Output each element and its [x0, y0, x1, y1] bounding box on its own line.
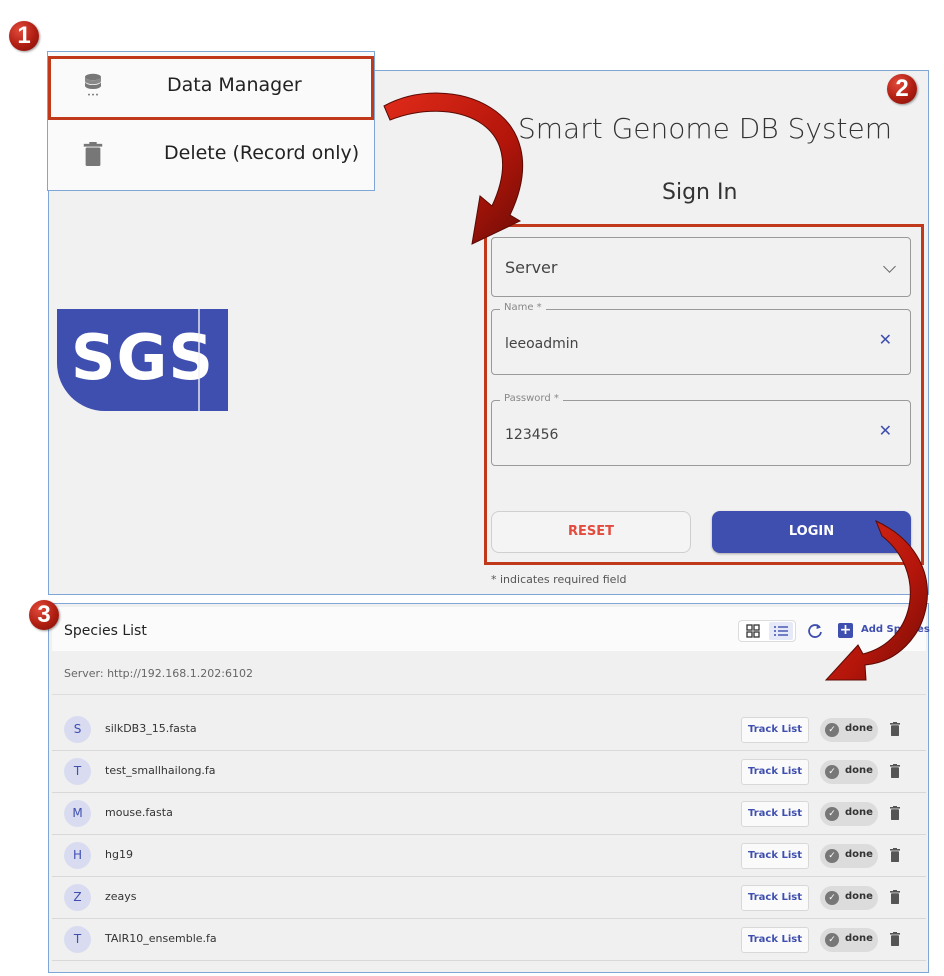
- arrow-menu-to-login: [383, 92, 524, 245]
- arrow-login-to-species: [824, 520, 928, 681]
- step-3-badge: 3: [29, 600, 59, 630]
- step-2-badge: 2: [887, 74, 917, 104]
- annotation-arrows: [383, 92, 928, 681]
- step-1-badge: 1: [9, 21, 39, 51]
